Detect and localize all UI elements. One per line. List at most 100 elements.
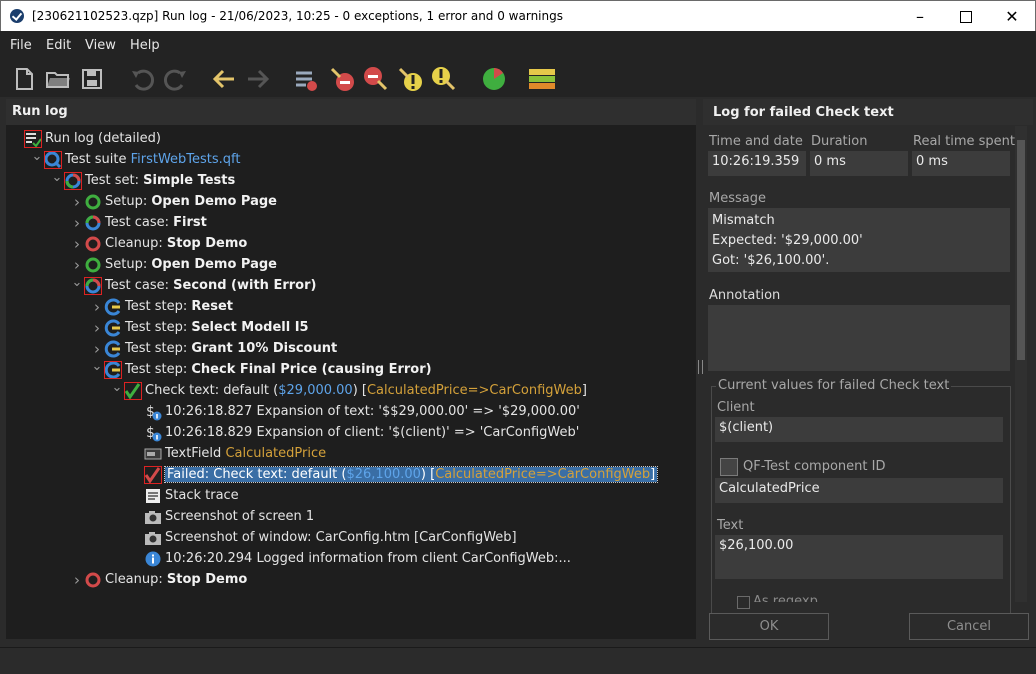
message-label: Message [709,191,766,206]
menu-file[interactable]: File [10,38,32,53]
test-case-error-icon [84,276,102,295]
tree-row-label: Screenshot of screen 1 [165,509,314,524]
chevron-right-icon[interactable]: › [70,571,84,589]
row-prefix: Screenshot of window: CarConfig.htm [Car… [165,530,517,545]
tree-row[interactable]: Failed: Check text: default ($26,100.00)… [130,464,659,485]
detail-title: Log for failed Check text [713,105,894,120]
tree-row[interactable]: › Test case: First [70,212,207,233]
setup-icon [84,256,102,274]
tree-row[interactable]: Screenshot of screen 1 [130,506,314,527]
prev-error-icon[interactable] [328,65,356,93]
row-prefix: Test suite [65,152,131,167]
row-prefix: TextField [165,446,226,461]
failed-check-icon [144,465,162,484]
ok-button[interactable]: OK [709,613,829,640]
close-button[interactable]: ✕ [989,1,1035,32]
tree-row[interactable]: Stack trace [130,485,239,506]
tree-row-label: Setup: Open Demo Page [105,194,277,209]
detail-scrollbar[interactable] [1015,126,1027,602]
tree-row[interactable]: ⌄ Check text: default ($29,000.00) [Calcu… [110,380,587,401]
row-prefix: Test step: [125,320,192,335]
chevron-down-icon[interactable]: ⌄ [70,275,84,290]
text-field[interactable]: $26,100.00 [715,535,1003,579]
component-field[interactable]: CalculatedPrice [715,478,1003,503]
menu-help[interactable]: Help [130,38,160,53]
chevron-right-icon[interactable]: › [70,235,84,253]
chevron-right-icon[interactable]: › [90,340,104,358]
run-log-header: Run log [6,99,696,125]
run-log-tree[interactable]: Run log (detailed) ⌄ Test suite FirstWebTe… [6,128,696,598]
minimize-button[interactable]: – [897,1,943,32]
tree-row[interactable]: Run log (detailed) [10,128,161,149]
chevron-right-icon[interactable]: › [70,193,84,211]
row-prefix: Cleanup: [105,572,167,587]
chevron-down-icon[interactable]: ⌄ [90,359,104,374]
row-prefix: Test set: [85,173,144,188]
next-warning-icon[interactable] [430,65,458,93]
client-field[interactable]: $(client) [715,417,1003,442]
tree-row[interactable]: ⌄ Test suite FirstWebTests.qft [30,149,241,170]
window-title: [230621102523.qzp] Run log - 21/06/2023,… [32,9,563,23]
tree-row[interactable]: › Cleanup: Stop Demo [70,569,247,590]
tree-row[interactable]: ⌄ Test case: Second (with Error) [70,275,316,296]
tree-row[interactable]: ⌄ Test set: Simple Tests [50,170,235,191]
back-arrow-icon[interactable] [210,65,238,93]
forward-arrow-icon[interactable] [244,65,272,93]
chevron-down-icon[interactable]: ⌄ [50,170,64,185]
redo-icon[interactable] [162,65,190,93]
tree-row[interactable]: $10:26:18.827 Expansion of text: '$$29,0… [130,401,580,422]
row-prefix: 10:26:18.829 Expansion of client: '$(cli… [165,425,580,440]
tree-row[interactable]: ⌄ Test step: Check Final Price (causing E… [90,359,432,380]
time-label: Time and date [709,134,803,149]
regex-checkbox[interactable] [737,596,750,609]
tree-row[interactable]: › Test step: Grant 10% Discount [90,338,337,359]
tree-row-label: Test step: Select Modell I5 [125,320,309,335]
bar-chart-icon[interactable] [528,65,556,93]
open-folder-icon[interactable] [44,65,72,93]
collapse-errors-icon[interactable] [292,65,320,93]
chevron-down-icon[interactable]: ⌄ [110,380,124,395]
realtime-label: Real time spent [913,134,1016,149]
time-field[interactable]: 10:26:19.359 [708,151,806,176]
chevron-right-icon[interactable]: › [70,256,84,274]
tree-row[interactable]: › Setup: Open Demo Page [70,254,277,275]
duration-field[interactable]: 0 ms [810,151,908,176]
row-name: Stop Demo [166,236,248,251]
undo-icon[interactable] [128,65,156,93]
save-icon[interactable] [78,65,106,93]
tree-row[interactable]: › Setup: Open Demo Page [70,191,277,212]
message-field[interactable]: Mismatch Expected: '$29,000.00' Got: '$2… [708,208,1010,272]
stack-trace-icon [144,487,162,505]
pie-chart-icon[interactable] [480,65,508,93]
menu-edit[interactable]: Edit [46,38,71,53]
menu-bar: File Edit View Help [0,31,1036,61]
chevron-down-icon[interactable]: ⌄ [30,149,44,164]
detail-header: Log for failed Check text [703,99,1033,125]
next-error-icon[interactable] [362,65,390,93]
chevron-right-icon[interactable]: › [70,214,84,232]
tree-row[interactable]: Screenshot of window: CarConfig.htm [Car… [130,527,517,548]
scrollbar-thumb[interactable] [1017,140,1025,360]
new-file-icon[interactable] [10,65,38,93]
maximize-button[interactable] [943,1,989,32]
splitter-handle[interactable] [698,360,703,374]
tree-row[interactable]: $10:26:18.829 Expansion of client: '$(cl… [130,422,579,443]
realtime-field[interactable]: 0 ms [912,151,1010,176]
menu-view[interactable]: View [85,38,116,53]
row-name: Simple Tests [143,173,236,188]
prev-warning-icon[interactable] [396,65,424,93]
cancel-button[interactable]: Cancel [909,613,1029,640]
detail-panel: Log for failed Check text Time and date … [703,99,1033,640]
tree-row-label: Check text: default ($29,000.00) [Calcul… [145,383,587,398]
component-label: QF-Test component ID [743,459,886,474]
tree-row[interactable]: TextField CalculatedPrice [130,443,326,464]
row-prefix: Stack trace [165,488,239,503]
tree-row[interactable]: › Test step: Reset [90,296,233,317]
tree-row[interactable]: › Cleanup: Stop Demo [70,233,247,254]
tree-row[interactable]: › Test step: Select Modell I5 [90,317,309,338]
chevron-right-icon[interactable]: › [90,319,104,337]
tree-row[interactable]: 10:26:20.294 Logged information from cli… [130,548,571,569]
row-prefix: Test step: [125,299,192,314]
chevron-right-icon[interactable]: › [90,298,104,316]
annotation-field[interactable] [708,305,1010,371]
